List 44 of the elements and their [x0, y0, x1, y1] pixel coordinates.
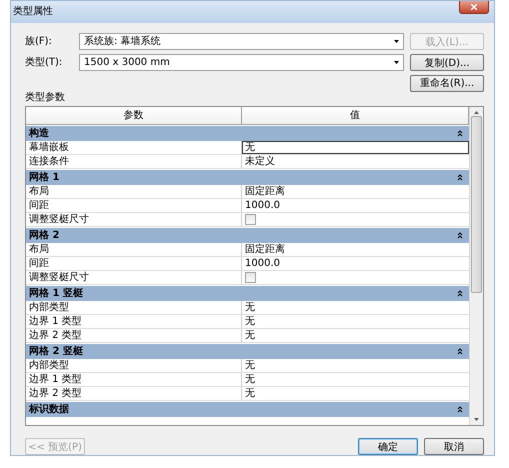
group-header[interactable]: 网格 1 竖梃 — [26, 286, 469, 301]
group-header[interactable]: 构造 — [26, 126, 469, 141]
parameter-cell: 调整竖梃尺寸 — [26, 213, 242, 226]
rename-button[interactable]: 重命名(R)... — [410, 74, 484, 92]
parameter-cell: 布局 — [26, 243, 242, 256]
parameter-cell: 边界 1 类型 — [26, 315, 242, 328]
value-cell[interactable]: 1000.0 — [242, 199, 469, 212]
group-header[interactable]: 网格 1 — [26, 170, 469, 185]
dropdown-field[interactable]: 系统族: 幕墙系统 — [79, 33, 404, 50]
value-cell[interactable]: 无 — [242, 141, 469, 154]
field-label: 族(F): — [25, 36, 53, 46]
value-cell[interactable]: 无 — [242, 359, 469, 372]
parameter-cell: 调整竖梃尺寸 — [26, 271, 242, 284]
value-cell[interactable]: 无 — [242, 373, 469, 386]
parameter-cell: 边界 1 类型 — [26, 373, 242, 386]
dialog-button[interactable]: 取消 — [424, 438, 484, 455]
action-button[interactable]: 复制(D)... — [410, 54, 484, 71]
value-cell[interactable]: 固定距离 — [242, 185, 469, 198]
parameter-cell: 边界 2 类型 — [26, 387, 242, 400]
parameter-cell: 内部类型 — [26, 359, 242, 372]
value-cell[interactable]: 无 — [242, 301, 469, 314]
parameter-cell: 幕墙嵌板 — [26, 141, 242, 154]
group-header[interactable]: 标识数据 — [26, 402, 469, 417]
value-cell[interactable]: 无 — [242, 329, 469, 342]
dialog-button[interactable]: 确定 — [358, 438, 418, 455]
dropdown-field[interactable]: 1500 x 3000 mm — [79, 54, 404, 71]
parameter-cell: 连接条件 — [26, 155, 242, 168]
parameter-cell: 布局 — [26, 185, 242, 198]
section-title: 类型参数 — [25, 93, 66, 103]
value-cell[interactable]: 1000.0 — [242, 257, 469, 270]
group-header[interactable]: 网格 2 竖梃 — [26, 344, 469, 359]
parameter-cell: 内部类型 — [26, 301, 242, 314]
field-label: 类型(T): — [25, 58, 64, 68]
value-cell[interactable]: 未定义 — [242, 155, 469, 168]
parameter-cell: 间距 — [26, 257, 242, 270]
group-header[interactable]: 网格 2 — [26, 228, 469, 243]
column-header[interactable]: 参数 — [26, 107, 242, 125]
value-cell[interactable]: 无 — [242, 387, 469, 400]
parameter-cell: 边界 2 类型 — [26, 329, 242, 342]
value-cell[interactable]: 固定距离 — [242, 243, 469, 256]
value-cell[interactable]: 无 — [242, 315, 469, 328]
column-header[interactable]: 值 — [242, 107, 469, 125]
parameter-cell: 间距 — [26, 199, 242, 212]
window-title: 类型属性 — [13, 7, 53, 17]
